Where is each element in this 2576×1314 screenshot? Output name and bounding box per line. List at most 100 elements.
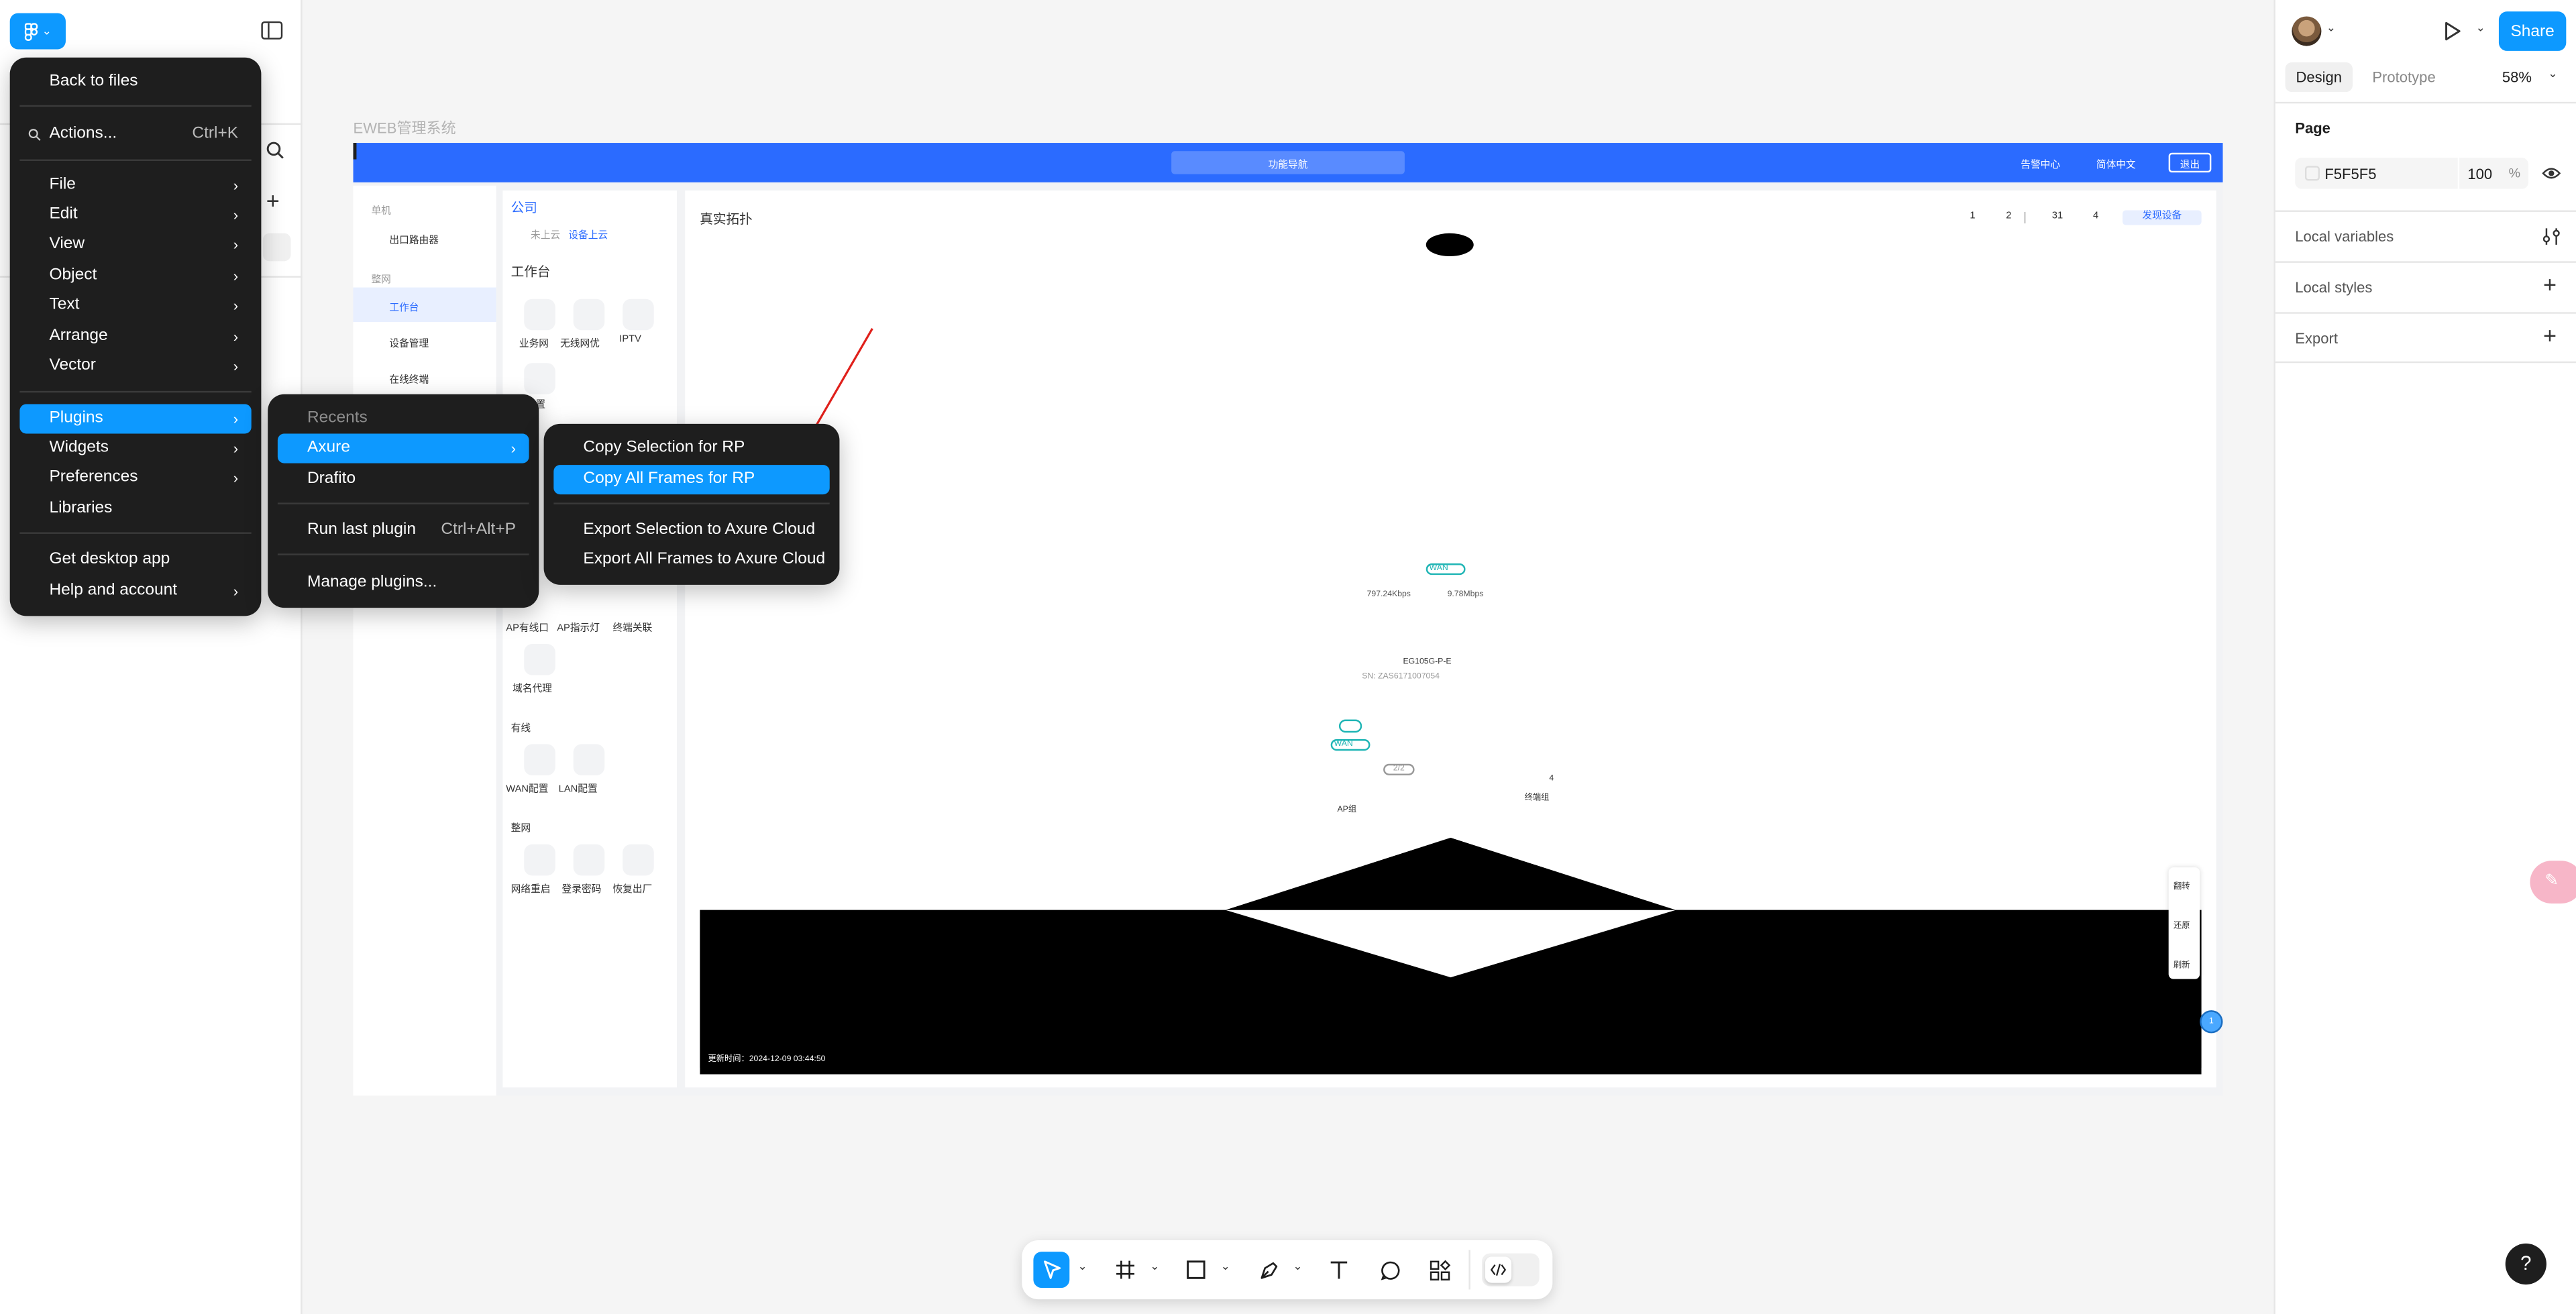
- right-panel: ⌄ ⌄ Share Design Prototype 58% ⌄ Page F5…: [2273, 0, 2576, 1314]
- speed-down: 797.24Kbps: [1366, 590, 1411, 600]
- add-page-icon[interactable]: +: [266, 187, 280, 213]
- menu-item-preferences[interactable]: Preferences ›: [19, 463, 251, 493]
- logout-button: 退出: [2168, 152, 2212, 173]
- tab-design[interactable]: Design: [2285, 62, 2353, 93]
- tile-label: 登录密码: [561, 885, 602, 895]
- menu-separator: [553, 502, 830, 504]
- page-color-field[interactable]: F5F5F5 100 %: [2295, 158, 2529, 189]
- chevron-down-icon[interactable]: ⌄: [1221, 1260, 1230, 1273]
- menu-item-help-and-account[interactable]: Help and account ›: [19, 577, 251, 606]
- terminal-group-label: 终端组: [1524, 793, 1550, 804]
- menu-item-copy-selection-rp[interactable]: Copy Selection for RP: [553, 434, 829, 463]
- menu-item-label: Drafito: [307, 470, 356, 488]
- menu-item-libraries[interactable]: Libraries: [19, 494, 251, 524]
- chevron-right-icon: ›: [233, 358, 239, 375]
- color-swatch[interactable]: [2304, 166, 2320, 181]
- menu-item-manage-plugins[interactable]: Manage plugins...: [278, 568, 529, 598]
- tile-icon: [524, 844, 555, 876]
- menu-item-run-last-plugin[interactable]: Run last plugin Ctrl+Alt+P: [278, 516, 529, 545]
- help-button[interactable]: ?: [2505, 1243, 2546, 1285]
- menu-item-plugins[interactable]: Plugins ›: [19, 404, 252, 434]
- menu-item-label: Widgets: [49, 438, 109, 457]
- dev-mode-toggle[interactable]: [1481, 1253, 1540, 1286]
- menu-item-actions[interactable]: Actions... Ctrl+K: [19, 120, 251, 150]
- frame-sidebar: 单机 出口路由器 整网 工作台 设备管理 在线终端: [353, 185, 496, 1096]
- header-num: 1: [1970, 211, 1976, 222]
- menu-item-drafito[interactable]: Drafito: [278, 465, 529, 494]
- menu-item-get-desktop-app[interactable]: Get desktop app: [19, 545, 251, 575]
- comment-tool-icon[interactable]: [1372, 1252, 1408, 1288]
- tile-icon: [573, 298, 605, 331]
- menu-item-vector[interactable]: Vector ›: [19, 351, 251, 381]
- variables-icon[interactable]: [2542, 227, 2561, 246]
- eweb-frame[interactable]: 功能导航 告警中心 简体中文 退出 单机 出口路由器 整网 工作台 设备管理 在…: [353, 143, 2223, 1096]
- page-row-highlight[interactable]: [262, 233, 291, 262]
- menu-item-label: Export All Frames to Axure Cloud: [583, 550, 826, 569]
- search-icon: [28, 129, 41, 141]
- actions-tool-icon[interactable]: [1421, 1252, 1457, 1288]
- divider: [2024, 211, 2026, 224]
- frame-tool-icon[interactable]: [1108, 1252, 1144, 1288]
- header-num: 31: [2051, 211, 2063, 222]
- tile-label: 域名代理: [513, 685, 552, 695]
- text-tool-icon[interactable]: [1321, 1252, 1357, 1288]
- code-icon[interactable]: [1485, 1256, 1512, 1283]
- chevron-down-icon[interactable]: ⌄: [2548, 67, 2557, 80]
- page-opacity-value[interactable]: 100: [2467, 166, 2492, 182]
- menu-item-copy-all-frames-rp[interactable]: Copy All Frames for RP: [553, 465, 830, 495]
- page-color-value[interactable]: F5F5F5: [2324, 166, 2376, 182]
- menu-item-label: Export Selection to Axure Cloud: [583, 521, 816, 539]
- menu-separator: [19, 390, 252, 393]
- share-button[interactable]: Share: [2498, 11, 2567, 51]
- chevron-down-icon[interactable]: ⌄: [1293, 1260, 1302, 1273]
- chevron-down-icon[interactable]: ⌄: [1150, 1260, 1159, 1273]
- cloud-off: 未上云: [531, 231, 561, 242]
- chevron-down-icon[interactable]: ⌄: [2326, 21, 2336, 34]
- menu-item-arrange[interactable]: Arrange ›: [19, 322, 251, 351]
- menu-item-axure[interactable]: Axure ›: [277, 433, 529, 463]
- chevron-right-icon: ›: [233, 470, 239, 486]
- tile-label: AP指示灯: [557, 624, 600, 635]
- tile-label: 终端关联: [612, 624, 653, 635]
- add-style-icon[interactable]: +: [2543, 271, 2557, 297]
- topology-title: 真实拓扑: [700, 211, 753, 227]
- play-icon[interactable]: [2445, 21, 2461, 41]
- chevron-down-icon[interactable]: ⌄: [1078, 1260, 1087, 1273]
- eye-icon[interactable]: [2542, 166, 2561, 180]
- chevron-down-icon[interactable]: ⌄: [2476, 21, 2485, 34]
- translate-widget-icon[interactable]: ✎: [2530, 861, 2576, 904]
- menu-item-text[interactable]: Text ›: [19, 290, 251, 320]
- pen-tool-icon[interactable]: [1250, 1252, 1287, 1288]
- search-icon[interactable]: [266, 142, 284, 160]
- menu-item-back-to-files[interactable]: Back to files: [19, 67, 251, 97]
- restore-button: 还原: [2174, 921, 2190, 932]
- tile-label: AP有线口: [506, 624, 549, 635]
- export-section: Export +: [2275, 312, 2576, 364]
- sidebar-selected-bg: [353, 287, 496, 323]
- menu-item-label: View: [49, 235, 85, 254]
- add-export-icon[interactable]: +: [2543, 322, 2557, 348]
- frame-label[interactable]: EWEB管理系统: [354, 117, 456, 138]
- tab-prototype[interactable]: Prototype: [2372, 69, 2435, 85]
- tile-icon: [623, 844, 654, 876]
- menu-item-object[interactable]: Object ›: [19, 261, 251, 290]
- menu-item-edit[interactable]: Edit ›: [19, 201, 251, 230]
- workbench-title: 工作台: [511, 264, 551, 280]
- rectangle-tool-icon[interactable]: [1178, 1252, 1214, 1288]
- menu-item-widgets[interactable]: Widgets ›: [19, 434, 251, 463]
- divider: [2457, 158, 2460, 189]
- menu-item-label: Actions...: [49, 125, 117, 144]
- zoom-level[interactable]: 58%: [2502, 69, 2532, 85]
- menu-item-view[interactable]: View ›: [19, 230, 251, 260]
- menu-item-label: Get desktop app: [49, 550, 170, 569]
- menu-item-export-selection-cloud[interactable]: Export Selection to Axure Cloud: [553, 516, 829, 545]
- main-menu-button[interactable]: ⌄: [9, 13, 66, 50]
- menu-item-file[interactable]: File ›: [19, 171, 251, 201]
- sidebar-toggle-icon[interactable]: [261, 21, 283, 40]
- menu-item-label: Object: [49, 266, 97, 284]
- move-tool-icon[interactable]: [1033, 1252, 1070, 1289]
- avatar[interactable]: [2292, 16, 2322, 46]
- section-single: 单机: [371, 207, 391, 217]
- menu-item-export-all-frames-cloud[interactable]: Export All Frames to Axure Cloud: [553, 545, 829, 575]
- main-menu: Back to files Actions... Ctrl+K File › Ed…: [9, 57, 262, 616]
